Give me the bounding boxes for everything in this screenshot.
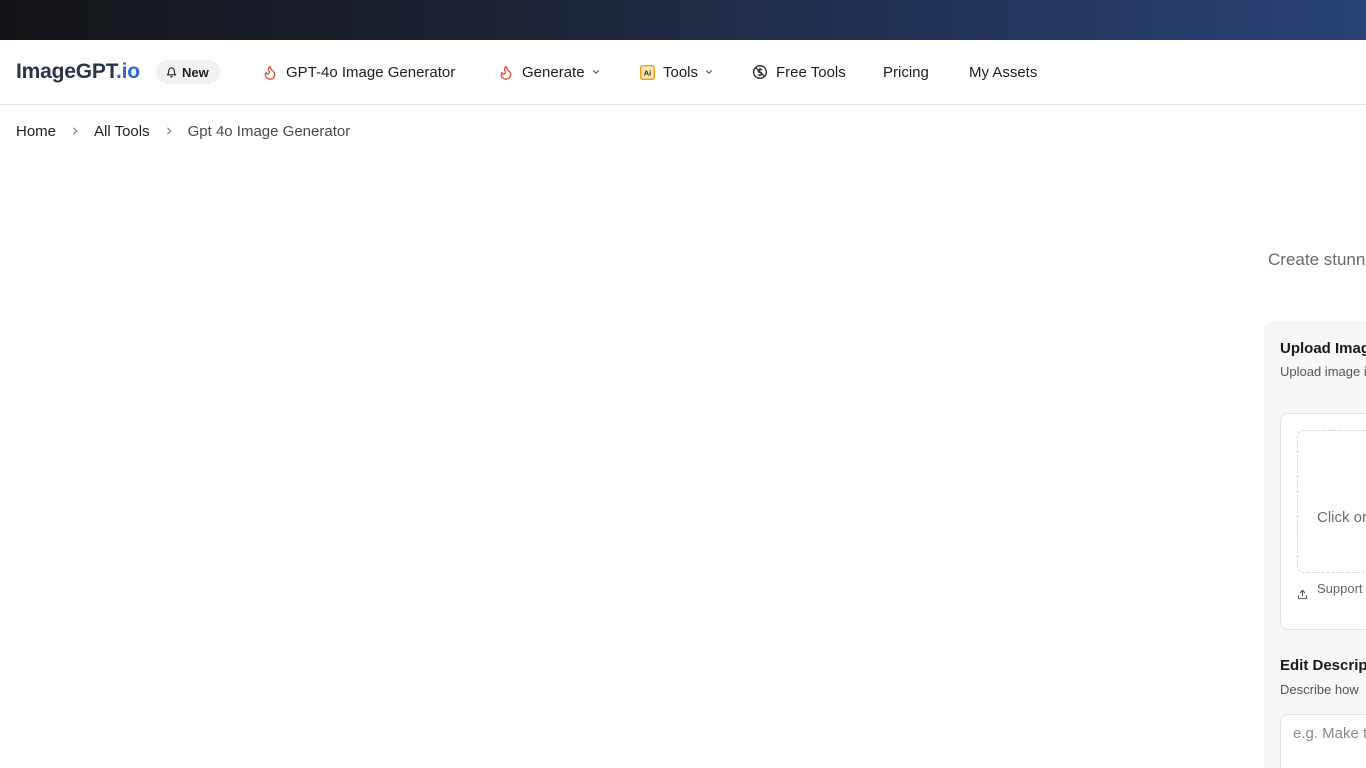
hero-subtitle: Create stunn — [1268, 250, 1366, 269]
edit-description-title: Edit Descrip — [1280, 657, 1366, 674]
new-badge-label: New — [182, 64, 209, 80]
breadcrumb: Home All Tools Gpt 4o Image Generator — [16, 121, 350, 141]
nav-label: Free Tools — [776, 63, 846, 81]
generator-panel: Upload Imag Upload image images from s C… — [1264, 321, 1366, 768]
nav-my-assets[interactable]: My Assets — [969, 62, 1037, 82]
svg-text:Ai: Ai — [644, 68, 652, 77]
logo-text-main: ImageGPT — [16, 60, 116, 83]
site-logo[interactable]: ImageGPT.io — [16, 60, 140, 84]
upload-icon — [1297, 589, 1308, 600]
logo-text-suffix: .io — [115, 60, 140, 83]
fire-icon — [262, 64, 278, 81]
new-badge[interactable]: New — [156, 60, 220, 84]
upload-section-description: Upload image images from s — [1280, 364, 1366, 379]
chevron-right-icon — [164, 125, 174, 137]
chevron-down-icon — [704, 67, 714, 77]
nav-generate[interactable]: Generate — [498, 62, 601, 82]
nav-pricing[interactable]: Pricing — [883, 62, 929, 82]
nav-label: Tools — [663, 63, 699, 81]
bell-icon — [166, 66, 177, 78]
nav-free-tools[interactable]: Free Tools — [752, 62, 846, 82]
edit-description-hint: Describe how — [1280, 682, 1359, 697]
breadcrumb-home[interactable]: Home — [16, 123, 56, 140]
free-tag-icon — [752, 64, 768, 80]
dropzone-text: Click or — [1317, 509, 1366, 526]
chevron-right-icon — [70, 125, 80, 137]
nav-label: My Assets — [969, 63, 1038, 81]
nav-tools[interactable]: Ai Tools — [640, 62, 714, 82]
upload-section-title: Upload Imag — [1280, 340, 1366, 357]
upload-card: Click or Support (max 5M — [1280, 413, 1366, 630]
fire-icon — [498, 64, 514, 81]
image-dropzone[interactable]: Click or — [1297, 430, 1366, 573]
edit-description-input[interactable] — [1280, 714, 1366, 768]
nav-label: Pricing — [883, 63, 929, 81]
breadcrumb-all-tools[interactable]: All Tools — [94, 123, 150, 140]
nav-label: GPT-4o Image Generator — [286, 63, 456, 81]
navbar: ImageGPT.io New GPT-4o Image Generator G… — [0, 40, 1366, 105]
breadcrumb-current: Gpt 4o Image Generator — [187, 122, 351, 140]
nav-gpt4o-image-generator[interactable]: GPT-4o Image Generator — [262, 62, 455, 82]
top-banner — [0, 0, 1366, 40]
ai-icon: Ai — [640, 64, 655, 80]
supported-formats-note: Support (max 5M — [1297, 581, 1366, 600]
supported-formats-text: Support (max 5M — [1317, 581, 1366, 596]
nav-label: Generate — [522, 63, 585, 81]
chevron-down-icon — [591, 67, 601, 77]
